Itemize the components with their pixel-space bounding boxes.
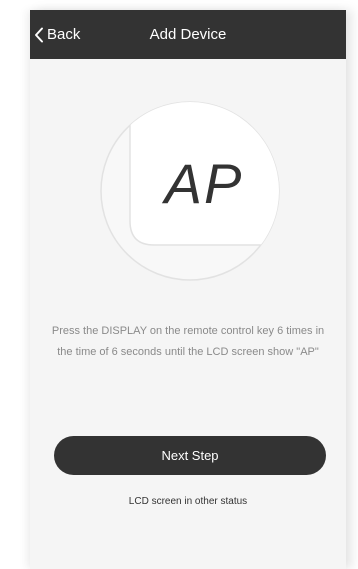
back-label: Back [47,26,81,43]
instruction-line-2: the time of 6 seconds until the LCD scre… [57,346,319,358]
back-button[interactable]: Back [34,10,80,59]
chevron-left-icon [35,27,43,42]
instruction-line-1: Press the DISPLAY on the remote control … [51,325,325,337]
next-step-button[interactable]: Next Step [54,436,326,475]
instruction-text: Press the DISPLAY on the remote control … [30,321,346,363]
lcd-display-text: AP [162,152,244,215]
navigation-bar: Back Add Device [30,10,346,59]
app-screen: Back Add Device AP Press the DISPLAY on … [30,10,346,569]
lcd-other-status-link[interactable]: LCD screen in other status [30,496,346,507]
lcd-illustration: AP [100,101,280,281]
